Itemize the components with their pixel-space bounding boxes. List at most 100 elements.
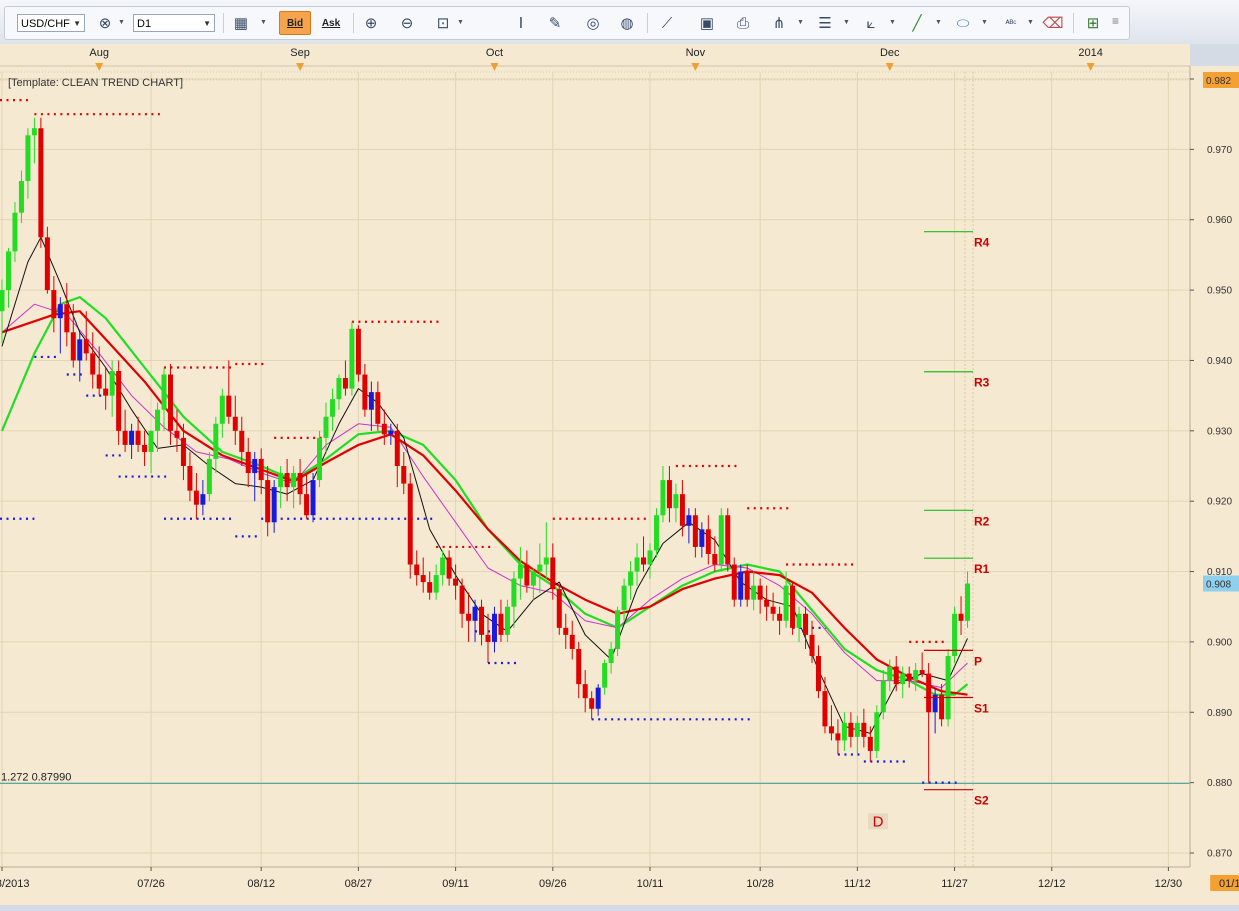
candle-body (472, 606, 478, 621)
chevron-down-icon[interactable]: ▼ (118, 19, 125, 26)
candle-body (446, 557, 452, 579)
candle-body (381, 423, 387, 435)
price-chart[interactable]: AugSepOctNovDec2014Feb [Template: CLEAN … (0, 44, 1239, 911)
candle-body (945, 655, 951, 720)
print-icon[interactable]: ⎙ (731, 11, 755, 35)
eye-icon[interactable]: ◎ (581, 11, 605, 35)
date-tick-label: 12/12 (1038, 878, 1066, 890)
chevron-down-icon[interactable]: ▼ (981, 19, 988, 26)
text-tool-icon[interactable]: ᴬᴮᶜ (999, 11, 1023, 35)
date-tick-label: 10/28 (746, 878, 774, 890)
candle-body (731, 564, 737, 600)
candle-body (874, 712, 880, 751)
candle-body (64, 304, 70, 333)
globe-icon[interactable]: ◍ (615, 11, 639, 35)
link-icon[interactable]: ⊗ (93, 11, 117, 35)
price-tick-label: 0.880 (1207, 778, 1232, 789)
candle-body (271, 487, 277, 523)
zoom-out-icon[interactable]: ⊖ (395, 11, 419, 35)
price-tick-label: 0.870 (1207, 849, 1232, 860)
chart-type-icon[interactable]: ▦ (229, 11, 253, 35)
trendline-icon[interactable]: ╱ (905, 11, 929, 35)
ruler-icon[interactable]: ⟋ (655, 11, 679, 35)
chevron-down-icon[interactable]: ▼ (797, 19, 804, 26)
current-price-label: 0.908 (1206, 580, 1231, 591)
date-tick-label: 11/27 (941, 878, 968, 890)
indicator-icon[interactable]: Ⅰ (509, 11, 533, 35)
candle-body (608, 648, 614, 664)
date-tick-label: 07/26 (137, 878, 165, 890)
timeframe-label: D1 (137, 18, 152, 30)
image-icon[interactable]: ▣ (695, 11, 719, 35)
date-axis[interactable]: 07/03/2013 07/26 08/12 08/27 09/11 09/26 10/11… (0, 866, 1239, 911)
candle-body (161, 374, 167, 410)
zoom-in-icon[interactable]: ⊕ (359, 11, 383, 35)
candle-body (854, 722, 860, 737)
symbol-select[interactable]: USD/CHF ▼ (17, 14, 85, 32)
candle-body (738, 571, 744, 600)
chevron-down-icon[interactable]: ▼ (260, 19, 267, 26)
candle-body (304, 494, 310, 516)
candle-body (226, 395, 232, 417)
candle-body (252, 458, 258, 474)
chart-toolbar: USD/CHF ▼ ⊗ ▼ D1 ▼ ▦ ▼ Bid Ask ⊕ ⊖ ⊡ ▼ Ⅰ ✎… (0, 0, 1239, 45)
candle-body (5, 251, 11, 291)
month-label: 2014 (1078, 47, 1102, 59)
candle-body (407, 483, 413, 565)
month-label: Sep (290, 47, 310, 59)
lines-icon[interactable]: ☰ (813, 11, 837, 35)
price-tick-label: 0.970 (1207, 145, 1232, 156)
edit-chart-icon[interactable]: ✎ (543, 11, 567, 35)
timeframe-select[interactable]: D1 ▼ (133, 14, 215, 32)
price-axis[interactable]: 0.9800.9700.9600.9500.9400.9300.9200.910… (1189, 66, 1239, 867)
wave-marker[interactable]: D (868, 813, 888, 830)
candle-body (466, 613, 472, 621)
candle-body (543, 557, 549, 565)
chevron-down-icon[interactable]: ▼ (1027, 19, 1034, 26)
ellipse-icon[interactable]: ⬭ (951, 11, 975, 35)
ask-label: Ask (321, 17, 341, 29)
candle-body (641, 557, 647, 565)
hierarchy-icon[interactable]: ⊞ (1081, 11, 1105, 35)
chevron-down-icon[interactable]: ▼ (457, 19, 464, 26)
candle-body (764, 599, 770, 607)
candle-body (427, 582, 433, 593)
price-axis-background (1190, 66, 1239, 867)
pivot-label: R1 (974, 562, 990, 576)
candle-body (213, 423, 219, 459)
candle-body (576, 648, 582, 685)
candle-body (323, 416, 329, 438)
candle-body (628, 571, 634, 586)
candle-body (550, 557, 556, 590)
candle-body (310, 480, 316, 516)
candle-body (18, 181, 24, 213)
candle-body (187, 466, 193, 491)
date-tick-label: 10/11 (637, 878, 664, 890)
candle-body (440, 557, 446, 576)
candle-body (906, 673, 912, 681)
candle-body (200, 494, 206, 505)
candle-body (362, 374, 368, 410)
ask-button[interactable]: Ask (315, 11, 347, 35)
bid-button[interactable]: Bid (279, 11, 311, 35)
fan-icon[interactable]: ⟀ (859, 11, 883, 35)
toolbar-panel: USD/CHF ▼ ⊗ ▼ D1 ▼ ▦ ▼ Bid Ask ⊕ ⊖ ⊡ ▼ Ⅰ ✎… (4, 6, 1130, 40)
pivot-label: R2 (974, 514, 990, 528)
candle-body (155, 409, 161, 431)
eraser-icon[interactable]: ⌫ (1041, 11, 1065, 35)
candle-body (751, 585, 757, 600)
toolbar-separator (223, 13, 224, 33)
fork-icon[interactable]: ⋔ (767, 11, 791, 35)
menu-icon[interactable]: ≡ (1112, 14, 1119, 28)
candle-body (57, 304, 63, 319)
price-tick-label: 0.930 (1207, 426, 1232, 437)
candle-body (790, 585, 796, 628)
chevron-down-icon[interactable]: ▼ (889, 19, 896, 26)
zoom-area-icon[interactable]: ⊡ (431, 11, 455, 35)
chevron-down-icon[interactable]: ▼ (935, 19, 942, 26)
candle-body (453, 578, 459, 586)
chevron-down-icon[interactable]: ▼ (843, 19, 850, 26)
candle-body (692, 515, 698, 547)
top-price-label: 0.982 (1206, 76, 1231, 87)
candle-body (342, 378, 348, 389)
